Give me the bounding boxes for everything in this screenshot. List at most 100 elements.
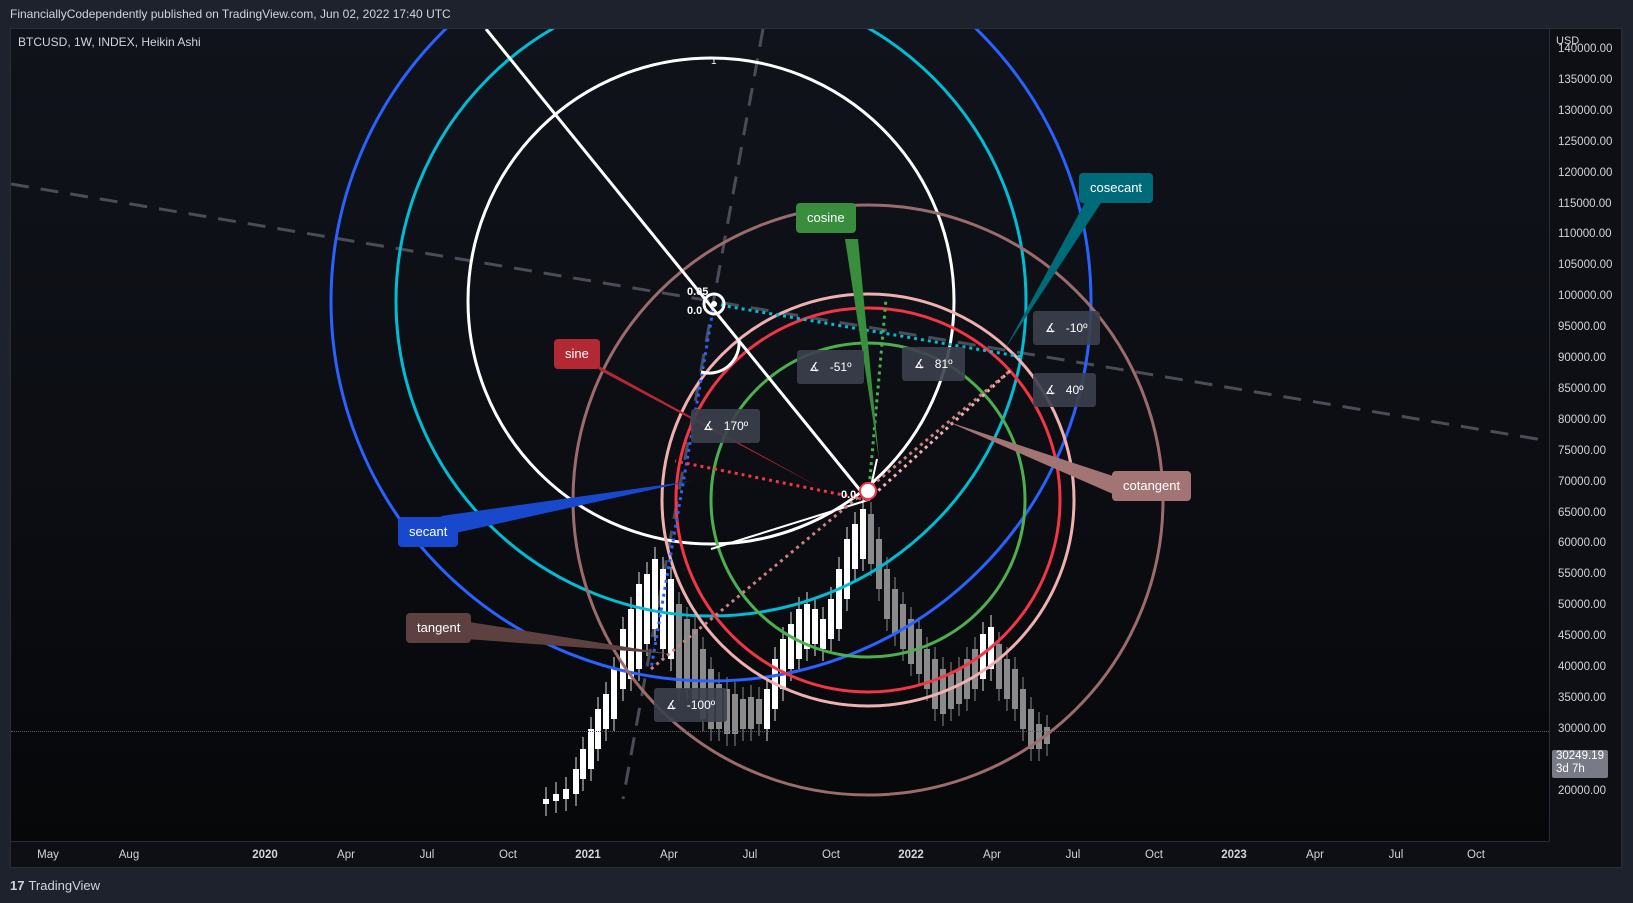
- symbol-info[interactable]: BTCUSD, 1W, INDEX, Heikin Ashi: [18, 35, 201, 49]
- secant-label[interactable]: secant: [398, 517, 459, 547]
- angle-label-2[interactable]: ∡ -51º: [797, 350, 864, 384]
- circle-top-number: 1: [711, 56, 717, 67]
- chart-frame: 1 BTCUSD, 1W, INDEX, Heikin Ashi 0.05 0.…: [10, 28, 1622, 868]
- candle-body: [892, 589, 898, 634]
- time-tick: 2022: [898, 849, 924, 861]
- cotangent-pointer: [946, 421, 1116, 494]
- price-tick: 105000.00: [1558, 259, 1613, 272]
- time-tick: Jul: [742, 849, 758, 861]
- candle-body: [652, 559, 658, 629]
- price-tick: 115000.00: [1558, 197, 1612, 210]
- price-tick: 110000.00: [1558, 228, 1612, 241]
- chart-drawing: 1: [11, 29, 1549, 816]
- angle-icon: ∡: [703, 419, 714, 433]
- publisher-bar: FinanciallyCodependently published on Tr…: [0, 0, 1633, 28]
- angle-label-6[interactable]: ∡ -100º: [654, 688, 728, 722]
- price-tick: 85000.00: [1558, 382, 1606, 395]
- angle-icon: ∡: [1045, 383, 1056, 397]
- cotangent-label[interactable]: cotangent: [1112, 471, 1192, 501]
- cosine-label[interactable]: cosine: [796, 203, 856, 233]
- time-tick: Oct: [499, 849, 517, 861]
- candle-body: [764, 689, 770, 729]
- footer-bar: 17 TradingView: [0, 868, 1633, 903]
- price-tick: 45000.00: [1558, 630, 1606, 643]
- candle-body: [628, 609, 634, 679]
- price-tick: 40000.00: [1558, 661, 1606, 673]
- angle-icon: ∡: [666, 698, 677, 712]
- fib-label-top: 0.05: [687, 286, 709, 298]
- top-pivot-dot: [711, 301, 717, 307]
- sine-label[interactable]: sine: [554, 339, 600, 369]
- price-tick: 95000.00: [1558, 321, 1606, 334]
- candle-body: [948, 674, 954, 709]
- candle-body: [595, 709, 601, 749]
- time-axis[interactable]: May Aug 2020 Apr Jul Oct 2021 Apr Jul Oct 2022 Apr J…: [11, 841, 1549, 867]
- angle-label-1[interactable]: ∡ -10º: [1033, 311, 1100, 345]
- time-tick: Apr: [337, 849, 355, 861]
- time-tick: Aug: [118, 849, 140, 861]
- candle-body: [884, 569, 890, 619]
- angle-icon: ∡: [1045, 321, 1056, 335]
- price-axis[interactable]: USD 140000.00 135000.00 130000.00 125000.00…: [1549, 29, 1621, 841]
- candle-body: [668, 579, 674, 659]
- fib-label-center: 0.0: [841, 489, 857, 501]
- candle-body: [1012, 669, 1018, 709]
- candle-body: [996, 644, 1002, 689]
- time-tick: Jul: [1065, 849, 1081, 861]
- angle-label-5[interactable]: ∡ 170º: [691, 409, 761, 443]
- price-tick: 55000.00: [1558, 568, 1606, 581]
- candle-body: [611, 669, 617, 719]
- price-tick: 60000.00: [1558, 537, 1606, 550]
- blue-circle: [329, 29, 1093, 683]
- white-circle: [466, 56, 956, 546]
- chart-plot-area[interactable]: 1 BTCUSD, 1W, INDEX, Heikin Ashi 0.05 0.…: [11, 29, 1549, 841]
- price-tick: 20000.00: [1558, 784, 1606, 797]
- red-dotted-line: [674, 459, 869, 502]
- candle-body: [836, 569, 842, 629]
- candle-body: [563, 789, 569, 799]
- candle-body: [844, 539, 850, 599]
- cosine-pointer: [845, 239, 879, 459]
- price-tick: 120000.00: [1558, 166, 1613, 179]
- candle-body: [852, 524, 858, 569]
- angle-label-4[interactable]: ∡ 40º: [1033, 373, 1096, 407]
- candle-body: [828, 599, 834, 639]
- tangent-label[interactable]: tangent: [406, 613, 472, 643]
- time-tick: 2020: [252, 849, 278, 861]
- time-tick: Oct: [822, 849, 840, 861]
- time-tick: Apr: [1306, 849, 1324, 861]
- candle-body: [932, 659, 938, 709]
- tradingview-logo[interactable]: 17 TradingView: [10, 878, 100, 893]
- candle-body: [972, 649, 978, 689]
- price-tick: 130000.00: [1558, 104, 1613, 117]
- secant-pointer: [441, 481, 691, 534]
- candle-body: [1020, 689, 1026, 729]
- candle-body: [868, 514, 874, 564]
- angle-icon: ∡: [914, 357, 925, 371]
- candle-body: [812, 609, 818, 644]
- candle-body: [820, 619, 826, 649]
- candle-body: [740, 699, 746, 729]
- publisher-text: FinanciallyCodependently published on Tr…: [10, 7, 451, 21]
- angle-label-3[interactable]: ∡ 81º: [902, 347, 965, 381]
- pink-dotted-line: [866, 368, 1013, 502]
- white-radius-line: [484, 29, 870, 501]
- candle-body: [756, 699, 762, 724]
- price-tick: 30000.00: [1558, 722, 1606, 735]
- bar-countdown: 3d 7h: [1556, 763, 1585, 775]
- cosecant-label[interactable]: cosecant: [1079, 173, 1154, 203]
- last-price-badge: 30249.19 3d 7h: [1552, 750, 1608, 778]
- fib-label-mid: 0.0: [687, 305, 703, 317]
- time-tick: Jul: [1388, 849, 1404, 861]
- time-tick: 2021: [575, 849, 601, 861]
- last-price-value: 30249.19: [1556, 750, 1604, 762]
- candle-body: [796, 609, 802, 659]
- tv-logo-icon: 17: [10, 878, 25, 893]
- time-tick: Jul: [419, 849, 435, 861]
- angle-icon: ∡: [809, 360, 820, 374]
- candle-body: [916, 629, 922, 674]
- candle-body: [553, 794, 559, 801]
- candle-body: [876, 539, 882, 589]
- candle-body: [780, 639, 786, 689]
- center-pivot-marker: [859, 482, 877, 500]
